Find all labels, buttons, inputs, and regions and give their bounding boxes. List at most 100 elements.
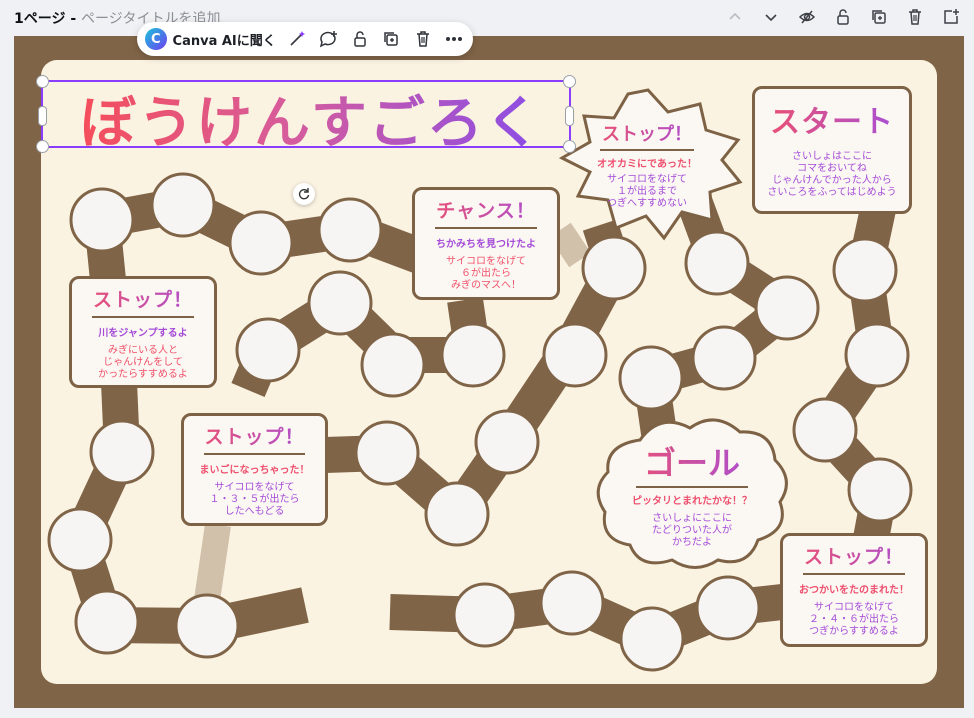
- stop-lost-card[interactable]: ストップ！ まいごになっちゃった！ サイコロをなげて １・３・５が出たら したへ…: [181, 413, 328, 526]
- magic-edit-icon[interactable]: [286, 28, 308, 50]
- selection-box[interactable]: [36, 75, 576, 153]
- board-space: [695, 575, 761, 641]
- board-space: [684, 230, 750, 296]
- board-space: [619, 606, 685, 672]
- card-line: ２・４・６が出たら: [809, 614, 899, 625]
- board-space: [474, 409, 540, 475]
- chance-card[interactable]: チャンス！ ちかみちを見つけたよ サイコロをなげて ６が出たら みぎのマスへ！: [412, 187, 560, 300]
- resize-handle-top-left[interactable]: [36, 75, 49, 88]
- card-body: さいしょにここに たどりついた人が かちだよ: [612, 513, 772, 549]
- board-space: [844, 322, 910, 388]
- card-line: さいしょはここに: [792, 151, 872, 162]
- card-body: みぎにいる人と じゃんけんをして かったらすすめるよ: [72, 345, 214, 381]
- board-space: [440, 322, 506, 388]
- board-space: [360, 332, 426, 398]
- card-heading: ゴール: [612, 438, 772, 484]
- card-subtitle: ちかみちを見つけたよ: [436, 239, 536, 250]
- card-body: サイコロをなげて ２・４・６が出たら つぎからすすめるよ: [783, 602, 925, 638]
- card-line: かったらすすめるよ: [98, 369, 188, 380]
- board-space: [424, 481, 490, 547]
- board-space: [539, 570, 605, 636]
- card-divider: [599, 149, 695, 151]
- resize-handle-left[interactable]: [38, 106, 47, 126]
- card-line: じゃんけんでかった人から: [772, 175, 892, 186]
- card-body: サイコロをなげて １・３・５が出たら したへもどる: [184, 482, 325, 518]
- card-divider: [636, 486, 748, 488]
- board-space: [69, 187, 135, 253]
- board-space: [89, 419, 155, 485]
- start-card[interactable]: スタート さいしょはここに コマをおいてね じゃんけんでかった人から さいころを…: [752, 86, 912, 214]
- card-body: さいしょはここに コマをおいてね じゃんけんでかった人から さいころをふってはじ…: [755, 151, 909, 199]
- card-line: つぎからすすめるよ: [809, 626, 899, 637]
- rotate-icon: [298, 188, 310, 200]
- card-divider: [203, 453, 306, 455]
- board-space: [832, 237, 898, 303]
- duplicate-icon[interactable]: [380, 28, 402, 50]
- card-divider: [802, 573, 906, 575]
- resize-handle-bottom-right[interactable]: [563, 140, 576, 153]
- card-heading: ストップ！: [588, 120, 706, 146]
- card-line: さいしょにここに: [652, 513, 732, 524]
- card-subtitle: おつかいをたのまれた！: [799, 585, 909, 596]
- card-line: じゃんけんをして: [103, 357, 183, 368]
- card-line: １・３・５が出たら: [209, 494, 300, 505]
- board-space: [74, 589, 140, 655]
- board-space: [618, 345, 684, 411]
- board-space: [452, 582, 518, 648]
- ask-canva-ai-button[interactable]: Canva AIに聞く: [173, 30, 276, 49]
- board-space: [47, 507, 113, 573]
- card-line: ６が出たら: [461, 268, 511, 279]
- board-space: [307, 270, 373, 336]
- canva-ai-logo-icon[interactable]: C: [145, 28, 167, 50]
- resize-handle-top-right[interactable]: [563, 75, 576, 88]
- card-divider: [91, 316, 195, 318]
- card-body: サイコロをなげて １が出るまで つぎへすすめない: [588, 174, 706, 210]
- card-line: かちだよ: [672, 537, 712, 548]
- element-toolbar: C Canva AIに聞く: [137, 22, 473, 56]
- board-space: [174, 593, 240, 659]
- board-space: [235, 317, 301, 383]
- rotate-handle[interactable]: [293, 183, 315, 205]
- comment-add-icon[interactable]: [317, 28, 339, 50]
- stop-wolf-card[interactable]: ストップ！ オオカミにであった！ サイコロをなげて １が出るまで つぎへすすめな…: [588, 120, 706, 210]
- card-line: みぎにいる人と: [108, 345, 178, 356]
- stop-errand-card[interactable]: ストップ！ おつかいをたのまれた！ サイコロをなげて ２・４・６が出たら つぎか…: [780, 533, 928, 647]
- card-line: つぎへすすめない: [607, 198, 687, 209]
- card-line: サイコロをなげて: [814, 602, 894, 613]
- board-space: [754, 275, 820, 341]
- card-subtitle: オオカミにであった！: [597, 159, 697, 170]
- goal-card[interactable]: ゴール ピッタリとまれたかな！？ さいしょにここに たどりついた人が かちだよ: [612, 438, 772, 549]
- board-space: [317, 197, 383, 263]
- card-line: サイコロをなげて: [214, 482, 295, 493]
- board-space: [542, 322, 608, 388]
- card-subtitle: 川をジャンプするよ: [98, 328, 188, 339]
- trash-icon[interactable]: [412, 28, 434, 50]
- board-space: [354, 420, 420, 486]
- board-space: [691, 325, 757, 391]
- board-space: [847, 457, 913, 523]
- resize-handle-right[interactable]: [565, 106, 574, 126]
- card-line: サイコロをなげて: [607, 174, 687, 185]
- card-subtitle: ピッタリとまれたかな！？: [632, 496, 752, 507]
- stop-river-card[interactable]: ストップ！ 川をジャンプするよ みぎにいる人と じゃんけんをして かったらすすめ…: [69, 276, 217, 388]
- card-line: さいころをふってはじめよう: [767, 187, 897, 198]
- card-line: １が出るまで: [617, 186, 677, 197]
- card-heading: ストップ！: [783, 542, 925, 569]
- card-line: サイコロをなげて: [446, 256, 526, 267]
- board-space: [228, 210, 294, 276]
- card-subtitle: まいごになっちゃった！: [199, 465, 310, 476]
- card-line: みぎのマスへ！: [451, 280, 521, 291]
- card-heading: ストップ！: [184, 422, 325, 449]
- card-heading: ストップ！: [72, 285, 214, 312]
- card-heading: スタート: [755, 97, 909, 141]
- card-line: コマをおいてね: [797, 163, 867, 174]
- card-heading: チャンス！: [415, 196, 557, 223]
- board-space: [581, 235, 647, 301]
- card-divider: [434, 227, 538, 229]
- resize-handle-bottom-left[interactable]: [36, 140, 49, 153]
- more-icon[interactable]: [443, 28, 465, 50]
- card-line: したへもどる: [224, 506, 285, 517]
- board-space: [792, 397, 858, 463]
- lock-icon[interactable]: [349, 28, 371, 50]
- card-body: サイコロをなげて ６が出たら みぎのマスへ！: [415, 256, 557, 292]
